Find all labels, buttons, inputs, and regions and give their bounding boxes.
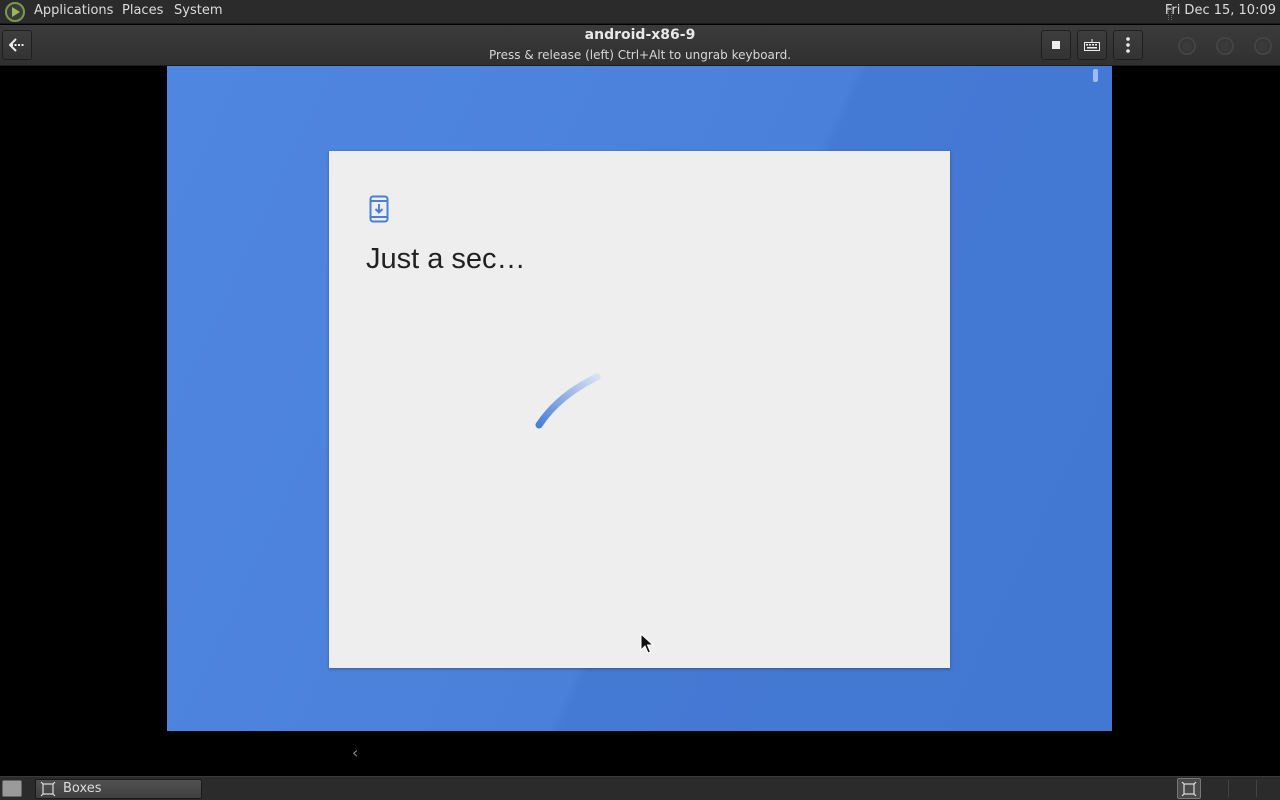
vertical-ellipsis-icon [1126,37,1130,53]
clock[interactable]: Fri Dec 15, 10:09 [1165,3,1276,18]
workspace-switcher-button[interactable] [1177,778,1201,799]
top-panel: Applications Places System Fri Dec 15, 1… [0,0,1280,24]
stop-icon [1052,41,1060,49]
card-title: Just a sec… [366,243,526,275]
menu-applications[interactable]: Applications [34,3,113,18]
loading-spinner-icon [535,373,601,429]
minimize-button[interactable] [1178,37,1196,55]
chevron-left-icon[interactable]: ‹ [352,743,358,762]
keyboard-button[interactable] [1077,30,1107,60]
vm-display[interactable]: Just a sec… [167,66,1112,731]
panel-separator [1256,780,1257,797]
taskbar-item-label: Boxes [63,781,102,796]
maximize-button[interactable] [1216,37,1234,55]
mouse-cursor-icon [640,633,654,654]
menu-system[interactable]: System [174,3,222,18]
setup-card: Just a sec… [329,151,950,668]
menu-places[interactable]: Places [122,3,163,18]
boxes-app-icon [40,781,56,797]
close-button[interactable] [1254,37,1272,55]
stop-button[interactable] [1041,30,1071,60]
workspace-icon [1181,781,1197,797]
panel-separator [1228,780,1229,797]
phone-download-icon [369,195,389,223]
keyboard-icon [1084,39,1100,51]
bottom-panel: Boxes [0,776,1280,800]
headerbar: android-x86-9 Press & release (left) Ctr… [0,25,1280,66]
show-desktop-icon[interactable] [2,780,22,797]
vm-status-indicator [1093,69,1098,82]
menu-button[interactable] [1113,30,1143,60]
distro-logo-icon[interactable] [5,2,25,22]
taskbar-item-boxes[interactable]: Boxes [35,779,202,799]
